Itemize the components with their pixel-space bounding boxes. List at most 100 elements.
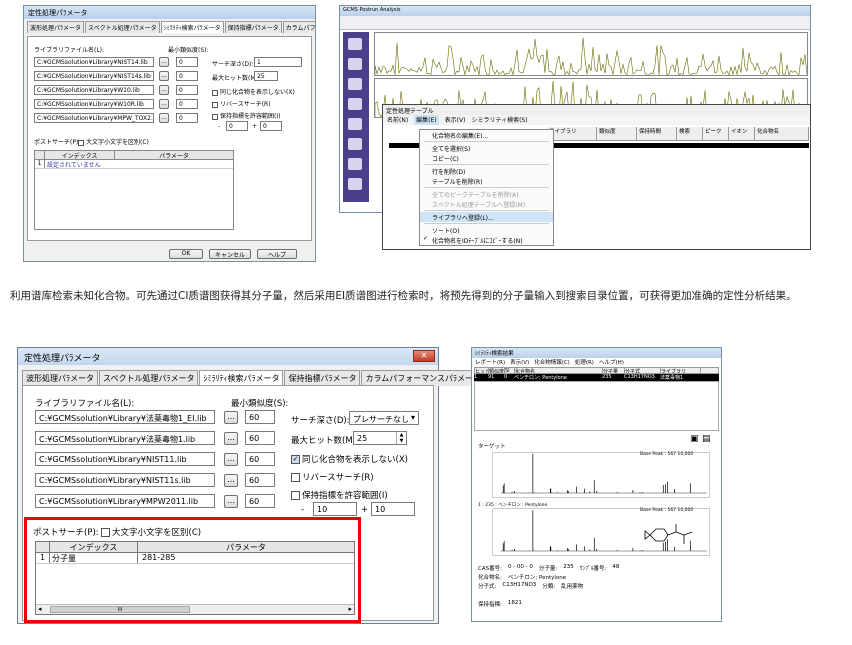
library-path-input[interactable]: C:¥GCMSsolution¥Library¥NIST11s.lib <box>35 473 215 487</box>
library-path-input[interactable]: C:¥GCMSsolution¥Library¥NIST11.lib <box>35 452 215 466</box>
tab-0[interactable]: 波形処理パﾗメータ <box>22 370 98 386</box>
context-menu-item[interactable]: 全てを選択(S) <box>420 143 553 153</box>
browse-button[interactable]: ... <box>159 85 169 95</box>
menu-item[interactable]: 表示(V) <box>445 115 466 125</box>
menu-item[interactable]: ヘルプ(H) <box>599 358 624 367</box>
menu-item[interactable]: シミラリティ検索(S) <box>471 115 527 125</box>
ri-high-input[interactable]: 10 <box>371 502 415 516</box>
nav-icon[interactable] <box>348 178 362 190</box>
checked-checkbox-icon[interactable]: ✓ <box>291 455 300 464</box>
similarity-input[interactable]: 0 <box>176 57 198 67</box>
ok-button[interactable]: OK <box>169 249 203 259</box>
nav-icon[interactable] <box>348 98 362 110</box>
library-path-input[interactable]: C:¥GCMSsolution¥Library¥NIST14s.lib <box>34 71 154 81</box>
column-header[interactable]: 検索 <box>677 127 703 140</box>
result-row[interactable]: 1 91 0 ベンチロン; Pentylone 235 C13H17NO3 法薬毒物1 <box>474 374 719 381</box>
library-path-input[interactable]: C:¥GCMSsolution¥Library¥MPW2011.lib <box>35 494 215 508</box>
nav-icon[interactable] <box>348 138 362 150</box>
max-hits-input[interactable]: 25 ▲ ▼ <box>353 431 407 445</box>
column-header[interactable]: 化合物名 <box>515 368 603 373</box>
context-menu-item[interactable]: コピー(C) <box>420 153 553 163</box>
menu-item[interactable]: 名前(N) <box>387 115 408 125</box>
similarity-input[interactable]: 0 <box>176 113 198 123</box>
similarity-input[interactable]: 0 <box>176 85 198 95</box>
close-icon[interactable]: ✕ <box>413 350 435 362</box>
checkbox-icon[interactable] <box>212 101 218 108</box>
nav-icon[interactable] <box>348 58 362 70</box>
browse-button[interactable]: ... <box>159 113 169 123</box>
cancel-button[interactable]: キャンセル <box>209 249 251 259</box>
context-menu-item[interactable]: テーブルを削除(R) <box>420 176 553 186</box>
context-menu-item[interactable]: ライブラリへ登録(L)... <box>420 212 553 222</box>
similarity-input[interactable]: 60 <box>245 452 275 466</box>
menu-item[interactable]: 表示(V) <box>510 358 529 367</box>
ri-low-input[interactable]: 0 <box>226 121 248 131</box>
checkbox-icon[interactable] <box>78 139 84 146</box>
context-menu-item[interactable]: ソート(O) <box>420 225 553 235</box>
max-hits-input[interactable]: 25 <box>254 71 278 81</box>
similarity-input[interactable]: 0 <box>176 71 198 81</box>
menu-item[interactable]: 編集(E) <box>414 115 439 125</box>
similarity-input[interactable]: 60 <box>245 473 275 487</box>
tab-3[interactable]: 保持指標パﾗメータ <box>284 370 361 386</box>
nav-icon[interactable] <box>348 38 362 50</box>
context-menu-item[interactable]: 行を削除(D) <box>420 166 553 176</box>
library-path-input[interactable]: C:¥GCMSsolution¥Library¥W10R.lib <box>34 99 154 109</box>
library-path-input[interactable]: C:¥GCMSsolution¥Library¥W10.lib <box>34 85 154 95</box>
menu-item[interactable]: レポート(R) <box>475 358 505 367</box>
browse-button[interactable]: ... <box>224 453 238 466</box>
checkbox-icon[interactable] <box>212 113 218 120</box>
tab-4[interactable]: カラムパフォーマンスパﾗメータ <box>282 21 315 33</box>
checkbox-icon[interactable] <box>291 491 300 500</box>
context-menu-item[interactable]: 化合物名の編集(E)... <box>420 130 553 140</box>
browse-button[interactable]: ... <box>159 71 169 81</box>
checkbox-icon[interactable] <box>291 473 300 482</box>
menu-item[interactable]: 化合物情報(C) <box>534 358 570 367</box>
print-icon[interactable]: ▣ <box>690 434 699 444</box>
library-path-input[interactable]: C:¥GCMSsolution¥Library¥MPW_TOX2.LIB <box>34 113 154 123</box>
context-menu-item[interactable]: スペクトル処理テーブルへ登録(M) <box>420 199 553 209</box>
column-header[interactable]: 保持時間 <box>637 127 677 140</box>
tab-1[interactable]: スペクトル処理パﾗメータ <box>99 370 199 386</box>
similarity-input[interactable]: 0 <box>176 99 198 109</box>
search-depth-select[interactable]: プレサーチなし ▾ <box>349 411 419 425</box>
checkbox-icon[interactable] <box>212 89 218 96</box>
row-text[interactable]: 設定されていません <box>45 160 115 169</box>
nav-icon[interactable] <box>348 78 362 90</box>
library-path-input[interactable]: C:¥GCMSsolution¥Library¥NIST14.lib <box>34 57 154 67</box>
column-header[interactable]: 類似度 <box>597 127 637 140</box>
tab-0[interactable]: 波形処理パﾗメータ <box>27 21 85 33</box>
column-header[interactable]: イオン <box>729 127 755 140</box>
nav-icon[interactable] <box>348 118 362 130</box>
column-header[interactable]: 分子量 <box>603 368 625 373</box>
context-menu-item[interactable]: 化合物名をIDﾃｰﾌﾞﾙにｺﾋﾟｰする(N) ✓ <box>420 235 553 245</box>
library-path-input[interactable]: C:¥GCMSsolution¥Library¥法薬毒物1.lib <box>35 431 215 445</box>
tab-4[interactable]: カラムパフォーマンスパﾗメータ <box>361 370 486 386</box>
search-depth-select[interactable]: 1 <box>254 57 302 67</box>
tab-1[interactable]: スペクトル処理パﾗメータ <box>85 21 160 33</box>
context-menu-item[interactable]: 全てのピークテーブルを削除(A) <box>420 189 553 199</box>
column-header[interactable]: ライブラリ <box>547 127 597 140</box>
column-header[interactable]: 類似度 <box>489 368 505 373</box>
column-header[interactable]: ピーク <box>703 127 729 140</box>
tab-2[interactable]: ｼﾐﾗﾘﾃｨ検索パﾗメータ <box>199 370 284 386</box>
similarity-input[interactable]: 60 <box>245 410 275 424</box>
browse-button[interactable]: ... <box>224 411 238 424</box>
spinner-icon[interactable]: ▲ ▼ <box>396 432 406 444</box>
ri-low-input[interactable]: 10 <box>313 502 357 516</box>
column-header[interactable]: ライブラリ <box>661 368 701 373</box>
browse-button[interactable]: ... <box>159 99 169 109</box>
tab-3[interactable]: 保持指標パﾗメータ <box>224 21 282 33</box>
column-header[interactable]: 分子式 <box>625 368 661 373</box>
column-header[interactable]: SI <box>505 368 515 373</box>
browse-button[interactable]: ... <box>224 495 238 508</box>
nav-icon[interactable] <box>348 158 362 170</box>
column-header[interactable]: ヒット <box>475 368 489 373</box>
similarity-input[interactable]: 60 <box>245 431 275 445</box>
library-path-input[interactable]: C:¥GCMSsolution¥Library¥法薬毒物1_EI.lib <box>35 410 215 424</box>
tab-2[interactable]: ｼﾐﾗﾘﾃｨ検索パﾗメータ <box>160 21 224 33</box>
column-header[interactable]: 化合物名 <box>755 127 809 140</box>
browse-button[interactable]: ... <box>224 432 238 445</box>
similarity-input[interactable]: 60 <box>245 494 275 508</box>
ri-high-input[interactable]: 0 <box>260 121 282 131</box>
